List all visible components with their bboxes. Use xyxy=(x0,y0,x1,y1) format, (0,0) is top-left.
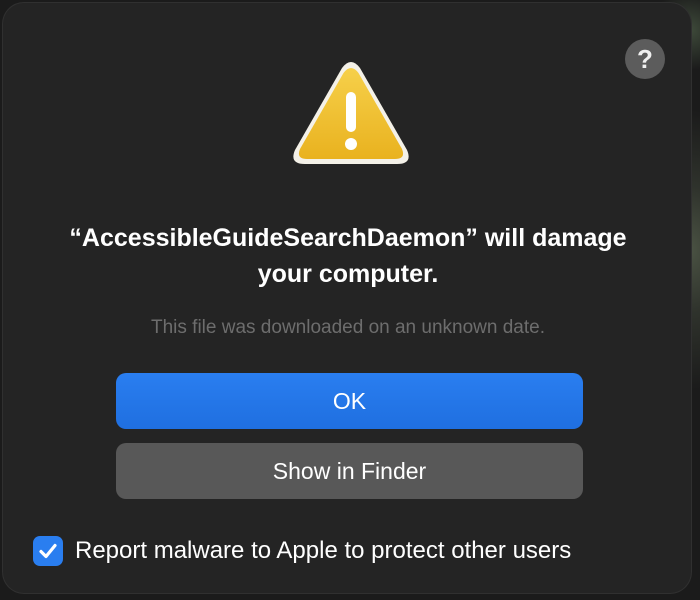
ok-button[interactable]: OK xyxy=(116,373,583,429)
alert-subtitle: This file was downloaded on an unknown d… xyxy=(151,317,545,338)
warning-triangle-icon xyxy=(293,62,409,164)
checkmark-icon xyxy=(39,543,57,559)
report-malware-label: Report malware to Apple to protect other… xyxy=(75,537,572,564)
help-button[interactable]: ? xyxy=(625,39,665,79)
help-icon: ? xyxy=(637,43,653,74)
show-in-finder-label: Show in Finder xyxy=(272,457,427,484)
alert-title: “AccessibleGuideSearchDaemon” will damag… xyxy=(69,224,627,288)
report-malware-checkbox[interactable] xyxy=(33,536,63,566)
report-malware-checkbox-row[interactable]: Report malware to Apple to protect other… xyxy=(33,534,571,568)
ok-button-label: OK xyxy=(332,387,367,414)
malware-alert-dialog: ? “AccessibleGuideSearchDaemon” will dam… xyxy=(2,2,692,594)
show-in-finder-button[interactable]: Show in Finder xyxy=(116,443,583,499)
